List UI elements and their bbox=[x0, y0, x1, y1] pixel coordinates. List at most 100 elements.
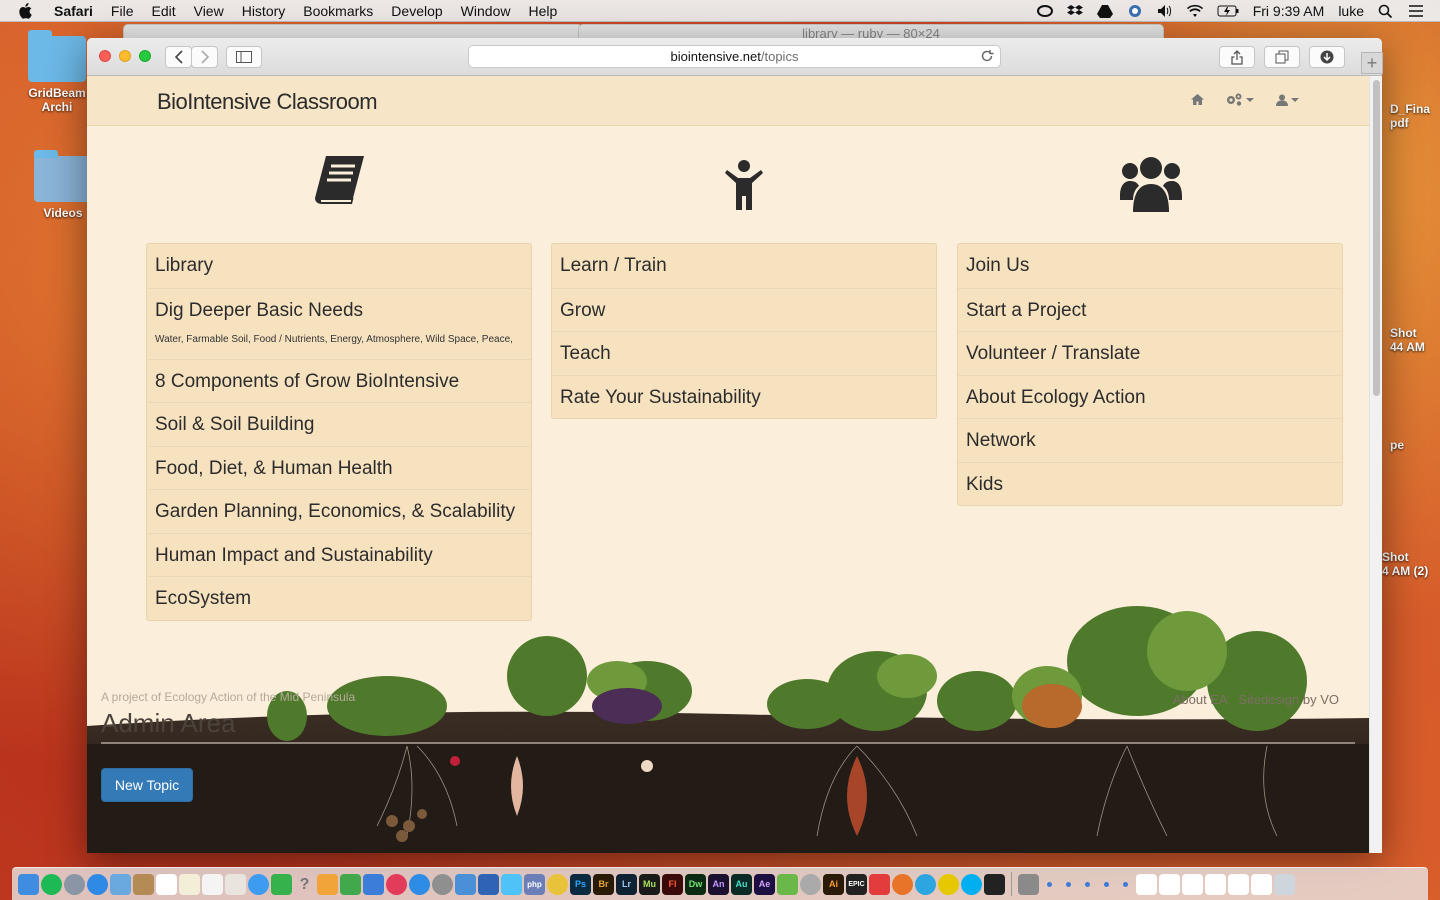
topic-link[interactable]: Garden Planning, Economics, & Scalabilit… bbox=[147, 489, 531, 533]
notification-center-icon[interactable] bbox=[1408, 4, 1424, 18]
creative-cloud-icon[interactable] bbox=[1036, 4, 1053, 18]
forward-button[interactable] bbox=[191, 46, 218, 68]
skype-icon[interactable] bbox=[961, 873, 982, 895]
muse-icon[interactable]: Mu bbox=[639, 873, 660, 895]
sketchup-icon[interactable] bbox=[869, 873, 890, 895]
ultra-icon[interactable] bbox=[938, 873, 959, 895]
menu-view[interactable]: View bbox=[194, 3, 224, 19]
dock-stack-dot[interactable] bbox=[1066, 881, 1071, 887]
finder-icon[interactable] bbox=[18, 873, 39, 895]
dropbox-icon[interactable] bbox=[1066, 4, 1083, 18]
preview-icon[interactable] bbox=[110, 873, 131, 895]
nav-settings-dropdown[interactable] bbox=[1226, 93, 1254, 106]
menu-develop[interactable]: Develop bbox=[391, 3, 442, 19]
topic-link[interactable]: Learn / Train bbox=[552, 244, 936, 288]
menu-window[interactable]: Window bbox=[461, 3, 511, 19]
topic-link[interactable]: Food, Diet, & Human Health bbox=[147, 445, 531, 490]
spotify-icon[interactable] bbox=[41, 873, 62, 895]
safari-icon[interactable] bbox=[87, 873, 108, 895]
topic-link[interactable]: Start a Project bbox=[958, 287, 1342, 332]
topic-link[interactable]: Grow bbox=[552, 287, 936, 332]
menu-file[interactable]: File bbox=[111, 3, 134, 19]
new-topic-button[interactable]: New Topic bbox=[101, 768, 193, 802]
pages-icon[interactable] bbox=[317, 873, 338, 895]
reload-icon[interactable] bbox=[980, 49, 994, 63]
menu-history[interactable]: History bbox=[242, 3, 286, 19]
show-tabs-button[interactable] bbox=[1264, 46, 1300, 68]
user-menu[interactable]: luke bbox=[1338, 3, 1364, 19]
window-close-button[interactable] bbox=[99, 50, 111, 62]
new-tab-button[interactable]: + bbox=[1361, 52, 1383, 74]
textedit-icon[interactable] bbox=[179, 873, 200, 895]
minimized-window-icon[interactable] bbox=[1136, 873, 1157, 895]
topic-link[interactable]: Kids bbox=[958, 461, 1342, 506]
audition-icon[interactable]: Au bbox=[731, 873, 752, 895]
google-drive-icon[interactable] bbox=[1096, 4, 1113, 18]
window-minimize-button[interactable] bbox=[119, 50, 131, 62]
minimized-window-icon[interactable] bbox=[1182, 873, 1203, 895]
battery-icon[interactable] bbox=[1217, 4, 1239, 18]
site-brand[interactable]: BioIntensive Classroom bbox=[157, 89, 378, 115]
after-effects-icon[interactable]: Ae bbox=[754, 873, 775, 895]
minimized-window-icon[interactable] bbox=[1205, 873, 1226, 895]
app-store-icon[interactable] bbox=[409, 873, 430, 895]
bridge-icon[interactable]: Br bbox=[593, 873, 614, 895]
numbers-icon[interactable] bbox=[340, 873, 361, 895]
topic-link[interactable]: About Ecology Action bbox=[958, 374, 1342, 419]
flash-icon[interactable]: Fl bbox=[662, 873, 683, 895]
desktop-file-3[interactable]: pe bbox=[1390, 438, 1440, 452]
help-icon[interactable]: ? bbox=[294, 874, 315, 895]
spotlight-search-icon[interactable] bbox=[1378, 4, 1394, 18]
lightroom-icon[interactable]: Lr bbox=[616, 873, 637, 895]
minimized-window-icon[interactable] bbox=[1228, 873, 1249, 895]
page-scrollbar[interactable] bbox=[1369, 76, 1382, 853]
minimized-window-icon[interactable] bbox=[1159, 873, 1180, 895]
chrome-icon[interactable] bbox=[547, 873, 568, 895]
menu-help[interactable]: Help bbox=[528, 3, 557, 19]
calendar-icon[interactable] bbox=[156, 873, 177, 895]
dock-stack-dot[interactable] bbox=[1085, 881, 1090, 887]
about-ea-link[interactable]: About EA bbox=[1173, 692, 1227, 707]
messages-icon[interactable] bbox=[248, 873, 269, 895]
firefox-icon[interactable] bbox=[892, 873, 913, 895]
back-button[interactable] bbox=[165, 46, 192, 68]
topic-link[interactable]: Volunteer / Translate bbox=[958, 331, 1342, 375]
dreamweaver-icon[interactable]: Dw bbox=[685, 873, 706, 895]
dock-stack-dot[interactable] bbox=[1047, 881, 1052, 887]
notes-icon[interactable] bbox=[133, 873, 154, 895]
desktop-file-pdf[interactable]: D_Fina pdf bbox=[1390, 102, 1440, 130]
archive-icon[interactable] bbox=[1018, 873, 1039, 895]
php-icon[interactable]: php bbox=[524, 873, 545, 895]
apple-menu-icon[interactable] bbox=[18, 2, 40, 19]
dock-stack-dot[interactable] bbox=[1104, 881, 1109, 887]
volume-icon[interactable] bbox=[1157, 4, 1173, 18]
topic-link[interactable]: Teach bbox=[552, 331, 936, 375]
topic-link[interactable]: Rate Your Sustainability bbox=[552, 374, 936, 419]
reminders-icon[interactable] bbox=[202, 873, 223, 895]
desktop-folder-gridbeam[interactable]: GridBeam Archi bbox=[22, 30, 92, 114]
wunderlist-icon[interactable] bbox=[501, 873, 522, 895]
telegram-icon[interactable] bbox=[915, 873, 936, 895]
photoshop-icon[interactable]: Ps bbox=[570, 873, 591, 895]
maps-icon[interactable] bbox=[777, 873, 798, 895]
sitedesign-link[interactable]: Sitedesign by VO bbox=[1239, 692, 1339, 707]
launchpad-icon[interactable] bbox=[64, 873, 85, 895]
topic-link[interactable]: Network bbox=[958, 418, 1342, 462]
downloads-button[interactable] bbox=[1309, 46, 1345, 68]
topic-link[interactable]: Join Us bbox=[958, 244, 1342, 288]
desktop-screenshot-1[interactable]: Shot 44 AM bbox=[1390, 326, 1440, 354]
keynote-icon[interactable] bbox=[363, 873, 384, 895]
nav-user-dropdown[interactable] bbox=[1276, 94, 1299, 106]
disk-icon[interactable] bbox=[800, 873, 821, 895]
dock-stack-dot[interactable] bbox=[1123, 881, 1128, 887]
clock[interactable]: Fri 9:39 AM bbox=[1253, 3, 1325, 19]
epic-icon[interactable]: EPIC bbox=[846, 873, 867, 895]
terminal-icon[interactable] bbox=[984, 873, 1005, 895]
trash-icon[interactable] bbox=[1274, 873, 1295, 895]
minimized-window-icon[interactable] bbox=[1251, 873, 1272, 895]
itunes-icon[interactable] bbox=[386, 873, 407, 895]
topic-link[interactable]: Dig Deeper Basic Needs Water, Farmable S… bbox=[147, 287, 531, 359]
sidebar-toggle-button[interactable] bbox=[226, 46, 262, 68]
system-preferences-icon[interactable] bbox=[432, 873, 453, 895]
scrollbar-thumb[interactable] bbox=[1373, 80, 1380, 396]
